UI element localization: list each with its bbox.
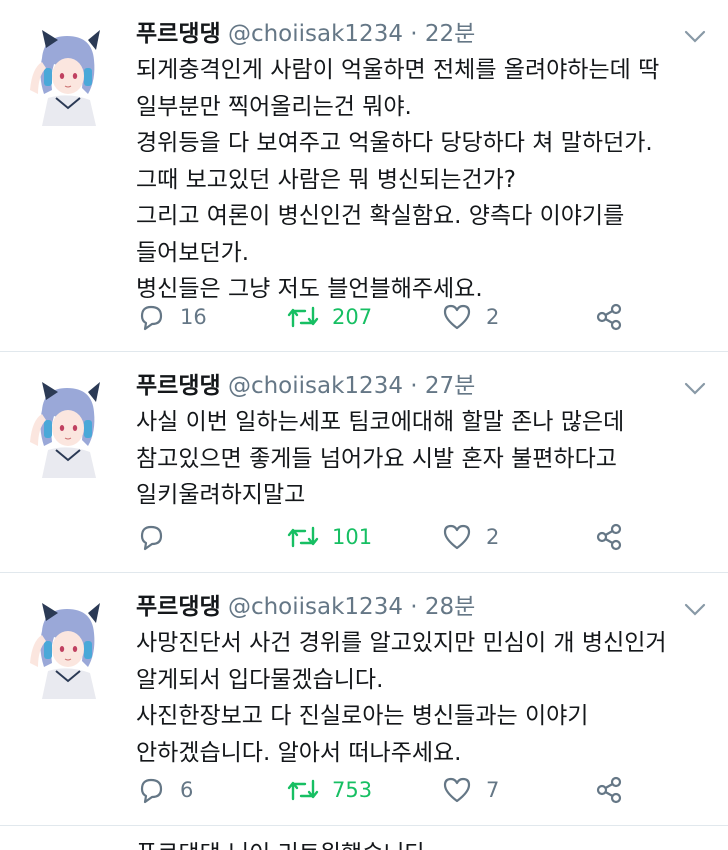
tweet-text: 사실 이번 일하는세포 팀코에대해 할말 존나 많은데 참고있으면 좋게들 넘어… [136, 404, 716, 514]
chevron-down-icon[interactable] [684, 30, 706, 44]
reply-button[interactable] [136, 520, 180, 554]
retweet-button[interactable]: 753 [286, 773, 372, 807]
retweet-icon [287, 526, 319, 548]
timestamp[interactable]: 22분 [425, 21, 475, 47]
tweet-text-line: 그때 보고있던 사람은 뭐 병신되는건가? [136, 166, 517, 193]
separator: · [410, 373, 418, 399]
tweet-text-line: 안하겠습니다. 알아서 떠나주세요. [136, 739, 462, 766]
tweet-text-line: 참고있으면 좋게들 넘어가요 시발 혼자 불편하다고 [136, 445, 617, 472]
tweet[interactable]: 푸르댕댕 @choiisak1234 · 27분 사실 이번 일하는세포 팀코에… [0, 352, 728, 573]
tweet-header: 푸르댕댕 @choiisak1234 · 27분 [136, 370, 475, 402]
reply-button[interactable]: 6 [136, 773, 193, 807]
tweet-text-line: 들어보던가. [136, 239, 250, 266]
tweet-text-line: 경위등을 다 보여주고 억울하다 당당하다 쳐 말하던가. [136, 130, 653, 156]
share-icon [596, 303, 622, 331]
avatar[interactable] [22, 380, 112, 478]
tweet-actions: 6 753 7 [136, 773, 636, 807]
user-handle[interactable]: @choiisak1234 [228, 594, 403, 620]
retweet-icon [287, 306, 319, 328]
retweeted-by-label: 푸르댕댕 님이 리트윗했습니다 [136, 834, 426, 850]
tweet-actions: 101 2 [136, 520, 636, 554]
reply-count: 6 [180, 778, 194, 802]
share-button[interactable] [594, 773, 624, 807]
share-icon [596, 523, 622, 551]
like-count: 2 [486, 305, 500, 329]
separator: · [410, 21, 418, 47]
reply-count: 16 [180, 305, 207, 329]
reply-icon [140, 525, 163, 551]
tweet-text: 사망진단서 사건 경위를 알고있지만 민심이 개 병신인거 알게되서 입다물겠습… [136, 625, 716, 771]
like-icon [443, 304, 471, 330]
retweet-button[interactable]: 101 [286, 520, 372, 554]
like-icon [443, 777, 471, 803]
display-name[interactable]: 푸르댕댕 [136, 373, 221, 399]
retweet-count: 101 [332, 525, 373, 549]
user-handle[interactable]: @choiisak1234 [228, 21, 403, 47]
reply-icon [140, 305, 163, 331]
tweet-text-line: 알게되서 입다물겠습니다. [136, 666, 384, 693]
tweet-text: 되게충격인게 사람이 억울하면 전체를 올려야하는데 딱 일부분만 찍어올리는건… [136, 52, 716, 308]
timestamp[interactable]: 27분 [425, 373, 475, 399]
retweet-count: 753 [332, 778, 373, 802]
like-button[interactable]: 7 [442, 773, 499, 807]
tweet-text-line: 일키울려하지말고 [136, 482, 306, 508]
tweet-text-line: 그리고 여론이 병신인건 확실함요. 양측다 이야기를 [136, 203, 625, 229]
share-button[interactable] [594, 520, 624, 554]
retweet-count: 207 [332, 305, 373, 329]
tweet-actions: 16 207 2 [136, 300, 636, 334]
display-name[interactable]: 푸르댕댕 [136, 594, 221, 620]
like-icon [443, 524, 471, 550]
like-count: 7 [486, 778, 500, 802]
retweet-icon [287, 779, 319, 801]
chevron-down-icon[interactable] [684, 382, 706, 396]
share-button[interactable] [594, 300, 624, 334]
user-handle[interactable]: @choiisak1234 [228, 373, 403, 399]
reply-button[interactable]: 16 [136, 300, 207, 334]
display-name[interactable]: 푸르댕댕 [136, 21, 221, 47]
share-icon [596, 776, 622, 804]
chevron-down-icon[interactable] [684, 603, 706, 617]
avatar[interactable] [22, 28, 112, 126]
tweet-header: 푸르댕댕 @choiisak1234 · 28분 [136, 591, 475, 623]
separator: · [410, 594, 418, 620]
tweet-text-line: 사실 이번 일하는세포 팀코에대해 할말 존나 많은데 [136, 409, 625, 435]
tweet-text-line: 일부분만 찍어올리는건 뭐야. [136, 93, 412, 120]
tweet-text-line: 사진한장보고 다 진실로아는 병신들과는 이야기 [136, 703, 589, 729]
tweet[interactable]: 푸르댕댕 @choiisak1234 · 22분 되게충격인게 사람이 억울하면… [0, 0, 728, 352]
like-button[interactable]: 2 [442, 300, 499, 334]
tweet-text-line: 되게충격인게 사람이 억울하면 전체를 올려야하는데 딱 [136, 57, 660, 83]
timestamp[interactable]: 28분 [425, 594, 475, 620]
tweet-header: 푸르댕댕 @choiisak1234 · 22분 [136, 18, 475, 50]
retweet-button[interactable]: 207 [286, 300, 372, 334]
tweet[interactable]: 푸르댕댕 @choiisak1234 · 28분 사망진단서 사건 경위를 알고… [0, 573, 728, 826]
like-count: 2 [486, 525, 500, 549]
reply-icon [140, 778, 163, 804]
like-button[interactable]: 2 [442, 520, 499, 554]
tweet-text-line: 사망진단서 사건 경위를 알고있지만 민심이 개 병신인거 [136, 630, 667, 656]
avatar[interactable] [22, 601, 112, 699]
next-tweet-peek[interactable]: 푸르댕댕 님이 리트윗했습니다 [0, 826, 728, 850]
